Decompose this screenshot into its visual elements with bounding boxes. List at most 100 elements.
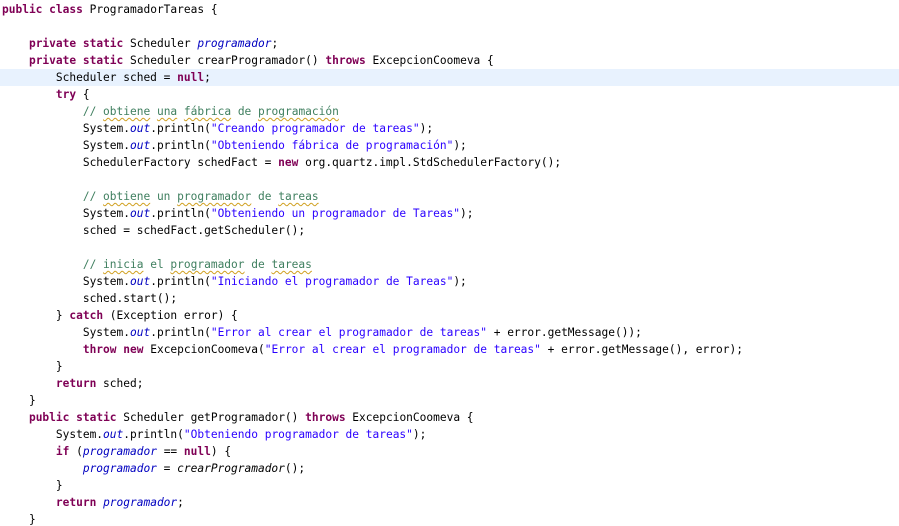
code-line[interactable]: } bbox=[0, 477, 899, 494]
code-text: } bbox=[55, 309, 70, 322]
code-string: "Error al crear el programador de tareas… bbox=[210, 326, 487, 339]
code-keyword: new bbox=[278, 156, 299, 169]
code-line[interactable]: private static Scheduler crearProgramado… bbox=[0, 52, 899, 69]
code-static-field: out bbox=[129, 275, 151, 288]
code-line[interactable]: } bbox=[0, 392, 899, 409]
code-text: .println( bbox=[150, 326, 211, 339]
code-line[interactable]: return programador; bbox=[0, 494, 899, 511]
code-line[interactable]: SchedulerFactory schedFact = new org.qua… bbox=[0, 154, 899, 171]
code-line[interactable]: System.out.println("Obteniendo programad… bbox=[0, 426, 899, 443]
code-keyword: return bbox=[55, 377, 97, 390]
code-string: "Creando programador de tareas" bbox=[210, 122, 420, 135]
code-text: (Exception error) { bbox=[103, 309, 238, 322]
code-line[interactable]: throw new ExcepcionCoomeva("Error al cre… bbox=[0, 341, 899, 358]
code-keyword: return bbox=[55, 496, 97, 509]
code-comment: // bbox=[82, 105, 104, 118]
code-comment: el bbox=[143, 258, 171, 271]
code-static-field: out bbox=[129, 207, 151, 220]
code-line[interactable]: System.out.println("Obteniendo fábrica d… bbox=[0, 137, 899, 154]
code-keyword: class bbox=[49, 3, 83, 16]
code-text: ExcepcionCoomeva( bbox=[143, 343, 265, 356]
code-line[interactable] bbox=[0, 239, 899, 256]
code-line[interactable]: public static Scheduler getProgramador()… bbox=[0, 409, 899, 426]
code-string: "Iniciando el programador de Tareas" bbox=[210, 275, 454, 288]
code-text: System. bbox=[82, 122, 130, 135]
code-line[interactable]: System.out.println("Iniciando el program… bbox=[0, 273, 899, 290]
code-text: == bbox=[156, 445, 184, 458]
code-line[interactable]: try { bbox=[0, 86, 899, 103]
code-keyword: throw bbox=[82, 343, 117, 356]
code-text: ExcepcionCoomeva { bbox=[345, 411, 474, 424]
code-line[interactable]: System.out.println("Creando programador … bbox=[0, 120, 899, 137]
code-text: ); bbox=[460, 207, 474, 220]
code-line[interactable]: System.out.println("Obteniendo un progra… bbox=[0, 205, 899, 222]
code-text: { bbox=[76, 88, 90, 101]
code-keyword: static bbox=[76, 411, 117, 424]
code-text: System. bbox=[82, 207, 130, 220]
code-editor[interactable]: public class ProgramadorTareas { private… bbox=[0, 0, 899, 526]
code-text: ; bbox=[271, 37, 279, 50]
code-text: ); bbox=[453, 275, 467, 288]
code-line[interactable]: programador = crearProgramador(); bbox=[0, 460, 899, 477]
code-text: ( bbox=[69, 445, 83, 458]
code-line[interactable]: return sched; bbox=[0, 375, 899, 392]
code-line-current[interactable]: Scheduler sched = null; bbox=[0, 69, 899, 86]
code-field: programador bbox=[82, 445, 157, 458]
code-field: programador bbox=[82, 462, 157, 475]
code-text: Scheduler getProgramador() bbox=[116, 411, 306, 424]
code-text: } bbox=[55, 360, 63, 373]
code-line[interactable]: sched = schedFact.getScheduler(); bbox=[0, 222, 899, 239]
code-line[interactable]: sched.start(); bbox=[0, 290, 899, 307]
code-text: System. bbox=[82, 139, 130, 152]
code-line[interactable]: } catch (Exception error) { bbox=[0, 307, 899, 324]
code-text: ProgramadorTareas { bbox=[82, 3, 218, 16]
code-string: "Obteniendo fábrica de programación" bbox=[210, 139, 454, 152]
code-line[interactable]: private static Scheduler programador; bbox=[0, 35, 899, 52]
code-method-call: crearProgramador bbox=[177, 462, 285, 475]
code-comment: // bbox=[82, 258, 104, 271]
code-line[interactable]: } bbox=[0, 511, 899, 526]
code-keyword: catch bbox=[69, 309, 104, 322]
code-text: sched; bbox=[96, 377, 144, 390]
code-text: Scheduler bbox=[123, 37, 198, 50]
code-static-field: out bbox=[129, 139, 151, 152]
code-field: programador bbox=[103, 496, 178, 509]
code-text: System. bbox=[82, 275, 130, 288]
code-line[interactable]: // inicia el programador de tareas bbox=[0, 256, 899, 273]
code-line[interactable]: public class ProgramadorTareas { bbox=[0, 1, 899, 18]
code-text: Scheduler sched = bbox=[55, 71, 178, 84]
code-line[interactable]: if (programador == null) { bbox=[0, 443, 899, 460]
code-text: } bbox=[28, 513, 36, 526]
code-line[interactable]: } bbox=[0, 358, 899, 375]
code-text: sched = schedFact.getScheduler(); bbox=[82, 224, 306, 237]
code-static-field: out bbox=[103, 428, 124, 441]
code-line[interactable]: // obtiene una fábrica de programación bbox=[0, 103, 899, 120]
code-line[interactable] bbox=[0, 171, 899, 188]
code-line[interactable] bbox=[0, 18, 899, 35]
code-string: "Obteniendo un programador de Tareas" bbox=[210, 207, 461, 220]
code-keyword: null bbox=[183, 445, 211, 458]
code-text: Scheduler crearProgramador() bbox=[123, 54, 326, 67]
code-keyword: public bbox=[2, 3, 43, 16]
code-text: org.quartz.impl.StdSchedulerFactory(); bbox=[298, 156, 562, 169]
code-keyword: private bbox=[28, 54, 77, 67]
code-line[interactable]: System.out.println("Error al crear el pr… bbox=[0, 324, 899, 341]
code-text: ); bbox=[419, 122, 434, 135]
code-text: System. bbox=[82, 326, 130, 339]
code-line[interactable]: // obtiene un programador de tareas bbox=[0, 188, 899, 205]
